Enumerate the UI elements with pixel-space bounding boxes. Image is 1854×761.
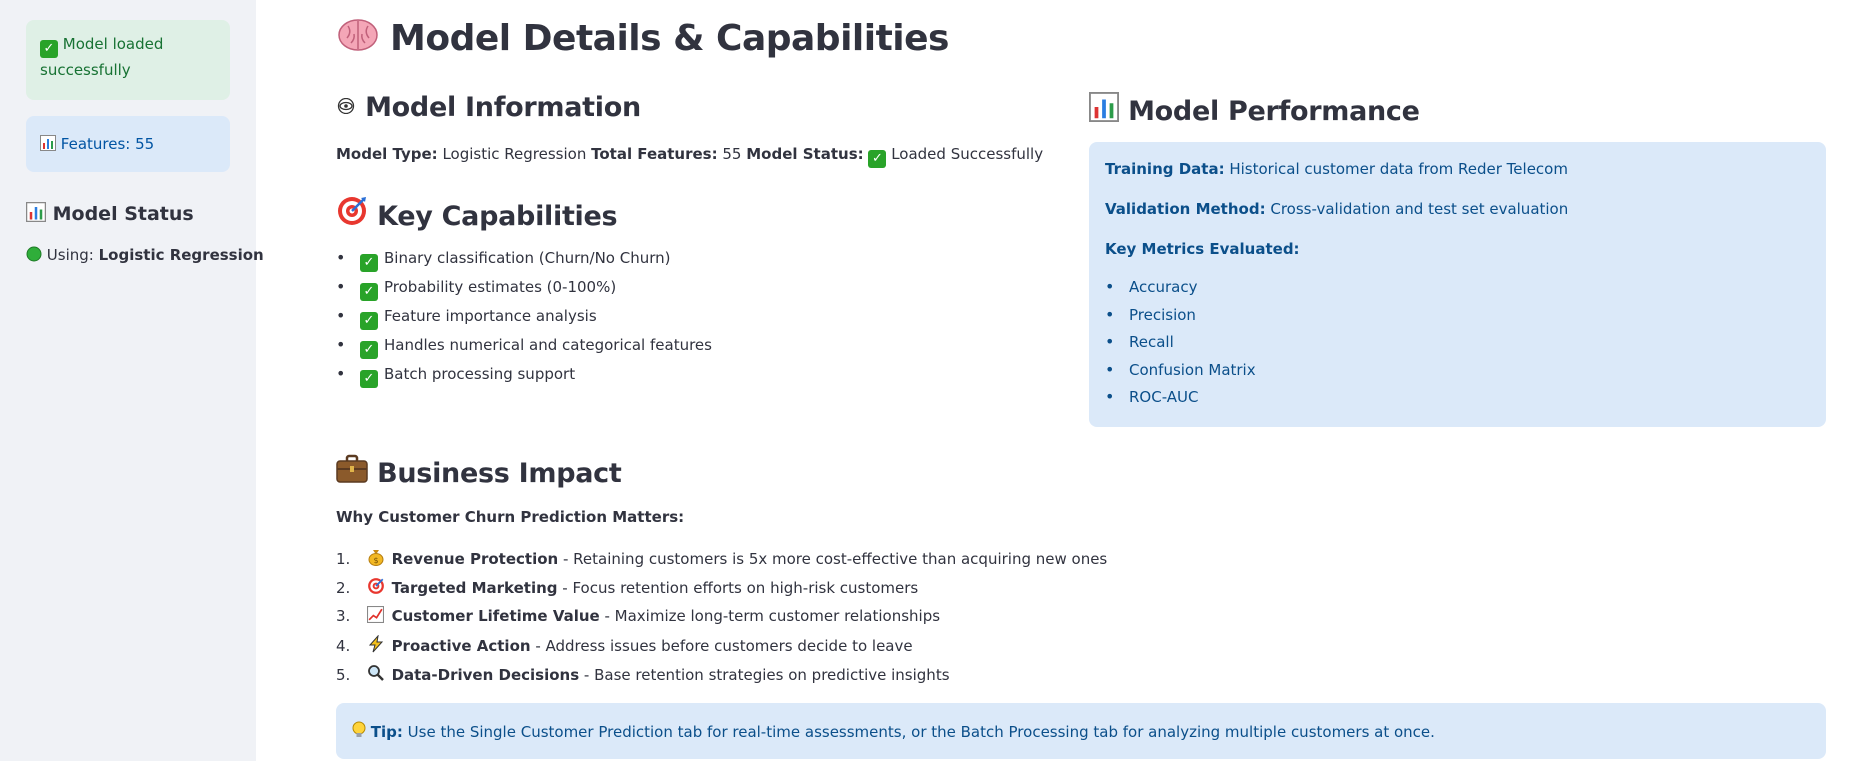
sidebar: ✓ Model loaded successfully Features: 55… — [0, 0, 264, 761]
item-number: 3. — [336, 607, 351, 625]
check-icon: ✓ — [360, 254, 378, 272]
chart-up-icon — [365, 606, 387, 626]
list-item: 2. Targeted Marketing - Focus retention … — [336, 577, 1107, 606]
bar-chart-icon — [40, 135, 56, 154]
target-icon — [336, 195, 368, 232]
page-title-text: Model Details & Capabilities — [390, 18, 949, 59]
list-item: 1. $ Revenue Protection - Retaining cust… — [336, 548, 1107, 577]
key-metrics-label: Key Metrics Evaluated: — [1105, 240, 1300, 258]
model-using-line: Using: Logistic Regression — [26, 246, 264, 265]
capability-text: Feature importance analysis — [384, 307, 597, 325]
item-desc: - Maximize long-term customer relationsh… — [599, 607, 941, 625]
key-capabilities-heading-text: Key Capabilities — [377, 201, 618, 232]
list-item: 5. Data-Driven Decisions - Base retentio… — [336, 664, 1107, 693]
item-desc: - Address issues before customers decide… — [530, 637, 913, 655]
model-info-heading: Model Information — [336, 92, 641, 123]
training-data-value: Historical customer data from Reder Tele… — [1229, 160, 1568, 178]
list-item: Precision — [1105, 305, 1256, 334]
tip-label: Tip: — [370, 723, 403, 741]
magnifier-icon — [365, 664, 387, 685]
features-count-text: Features: 55 — [60, 135, 155, 153]
lightbulb-icon — [352, 721, 366, 742]
model-type-label: Model Type: — [336, 145, 438, 163]
model-loaded-text: Model loaded successfully — [40, 35, 164, 79]
validation-method-value: Cross-validation and test set evaluation — [1270, 200, 1569, 218]
item-number: 1. — [336, 550, 351, 568]
item-desc: - Base retention strategies on predictiv… — [579, 666, 950, 684]
list-item: Confusion Matrix — [1105, 360, 1256, 389]
svg-text:$: $ — [373, 556, 378, 565]
target-icon — [365, 577, 387, 598]
business-impact-heading: Business Impact — [336, 454, 622, 489]
item-number: 4. — [336, 637, 351, 655]
model-performance-box: Training Data: Historical customer data … — [1089, 142, 1826, 427]
item-desc: - Focus retention efforts on high-risk c… — [557, 579, 919, 597]
lightning-icon — [365, 634, 387, 656]
item-number: 5. — [336, 666, 351, 684]
model-performance-heading-text: Model Performance — [1128, 96, 1420, 127]
business-impact-subheading: Why Customer Churn Prediction Matters: — [336, 508, 685, 526]
model-status-heading: Model Status — [26, 202, 194, 226]
list-item: 4. Proactive Action - Address issues bef… — [336, 634, 1107, 664]
item-title: Proactive Action — [391, 637, 531, 655]
list-item: Recall — [1105, 332, 1256, 361]
tip-text: Use the Single Customer Prediction tab f… — [402, 723, 1435, 741]
item-title: Revenue Protection — [391, 550, 559, 568]
list-item: 3. Customer Lifetime Value - Maximize lo… — [336, 606, 1107, 635]
validation-method-label: Validation Method: — [1105, 200, 1266, 218]
item-number: 2. — [336, 579, 351, 597]
page-title: Model Details & Capabilities — [338, 18, 949, 59]
metrics-list: Accuracy Precision Recall Confusion Matr… — [1105, 277, 1256, 416]
list-item: Accuracy — [1105, 277, 1256, 306]
item-desc: - Retaining customers is 5x more cost-ef… — [558, 550, 1108, 568]
money-bag-icon: $ — [365, 548, 387, 569]
check-icon: ✓ — [360, 312, 378, 330]
model-info-line: Model Type: Logistic Regression Total Fe… — [336, 145, 1043, 168]
list-item: ROC-AUC — [1105, 387, 1256, 416]
model-info-heading-text: Model Information — [365, 92, 641, 123]
list-item: ✓ Batch processing support — [336, 364, 712, 394]
features-alert: Features: 55 — [26, 116, 230, 172]
check-icon: ✓ — [360, 283, 378, 301]
business-impact-heading-text: Business Impact — [377, 458, 622, 489]
item-title: Customer Lifetime Value — [391, 607, 600, 625]
check-icon: ✓ — [868, 150, 887, 168]
green-circle-icon — [26, 246, 42, 265]
briefcase-icon — [336, 454, 368, 489]
item-title: Data-Driven Decisions — [391, 666, 580, 684]
list-item: ✓ Feature importance analysis — [336, 306, 712, 336]
using-label: Using: — [46, 246, 94, 264]
bar-chart-icon — [26, 202, 46, 226]
list-item: ✓ Probability estimates (0-100%) — [336, 277, 712, 307]
capabilities-list: ✓Binary classification (Churn/No Churn) … — [336, 248, 712, 394]
model-loaded-alert: ✓ Model loaded successfully — [26, 20, 230, 100]
training-data-label: Training Data: — [1105, 160, 1225, 178]
model-status-heading-text: Model Status — [52, 203, 194, 225]
model-type-value: Logistic Regression — [442, 145, 587, 163]
capability-text: Probability estimates (0-100%) — [384, 278, 617, 296]
model-performance-heading: Model Performance — [1089, 92, 1420, 127]
capability-text: Batch processing support — [384, 365, 576, 383]
brain-icon — [338, 18, 378, 59]
list-item: ✓ Handles numerical and categorical featu… — [336, 335, 712, 365]
check-icon: ✓ — [360, 370, 378, 388]
list-item: ✓ Binary classification (Churn/No Churn) — [336, 248, 712, 278]
using-value: Logistic Regression — [98, 246, 264, 264]
validation-method-line: Validation Method: Cross-validation and … — [1105, 200, 1568, 218]
model-status-value: Loaded Successfully — [891, 145, 1044, 163]
total-features-value: 55 — [722, 145, 742, 163]
key-capabilities-heading: Key Capabilities — [336, 195, 618, 232]
tip-box: Tip: Use the Single Customer Prediction … — [336, 703, 1826, 759]
total-features-label: Total Features: — [591, 145, 718, 163]
eye-icon — [336, 92, 356, 119]
capability-text: Binary classification (Churn/No Churn) — [384, 249, 671, 267]
check-icon: ✓ — [40, 40, 58, 58]
training-data-line: Training Data: Historical customer data … — [1105, 160, 1568, 178]
capability-text: Handles numerical and categorical featur… — [384, 336, 712, 354]
item-title: Targeted Marketing — [391, 579, 558, 597]
bar-chart-icon — [1089, 92, 1119, 127]
check-icon: ✓ — [360, 341, 378, 359]
business-impact-list: 1. $ Revenue Protection - Retaining cust… — [336, 548, 1107, 693]
model-status-label: Model Status: — [746, 145, 864, 163]
